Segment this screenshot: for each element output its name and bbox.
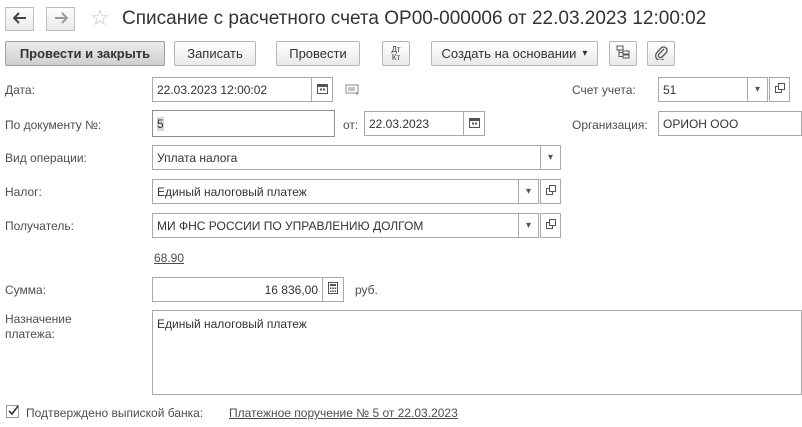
recipient-field[interactable]: МИ ФНС РОССИИ ПО УПРАВЛЕНИЮ ДОЛГОМ [152, 213, 519, 238]
open-window-icon [545, 185, 556, 198]
purpose-label-line1: Назначение [5, 312, 72, 326]
page-title: Списание с расчетного счета ОР00-000006 … [122, 8, 707, 29]
tax-field[interactable]: Единый налоговый платеж [152, 179, 519, 204]
recipient-open-button[interactable] [540, 213, 561, 238]
date-label: Дата: [5, 83, 35, 97]
favorite-star-icon[interactable]: ☆ [90, 5, 110, 31]
create-based-on-label: Создать на основании [441, 46, 577, 61]
sum-field[interactable]: 16 836,00 [152, 277, 323, 302]
arrow-right-icon [54, 11, 68, 27]
operation-type-dropdown-button[interactable]: ▾ [540, 145, 561, 170]
tax-dropdown-button[interactable]: ▾ [518, 179, 539, 204]
operation-type-label: Вид операции: [5, 151, 87, 165]
chevron-down-icon: ▾ [525, 186, 532, 197]
account-68-90-link[interactable]: 68.90 [154, 251, 184, 265]
currency-label: руб. [355, 283, 378, 297]
account-label: Счет учета: [572, 83, 636, 97]
purpose-label-line2: платежа: [5, 327, 55, 341]
account-open-button[interactable] [769, 77, 790, 102]
chevron-down-icon: ▾ [525, 220, 532, 231]
payment-order-link[interactable]: Платежное поручение № 5 от 22.03.2023 [229, 406, 458, 420]
post-button[interactable]: Провести [276, 41, 360, 66]
create-based-on-button[interactable]: Создать на основании ▾ [431, 41, 598, 66]
attachments-button[interactable] [647, 41, 675, 66]
from-date-calendar-button[interactable] [463, 111, 485, 136]
doc-number-value: 5 [157, 116, 164, 131]
arrow-left-icon [12, 11, 27, 27]
dt-kt-button[interactable]: Дт Кт [382, 41, 410, 66]
organization-field[interactable]: ОРИОН ООО [658, 111, 802, 136]
calendar-icon [316, 83, 328, 97]
tax-open-button[interactable] [540, 179, 561, 204]
chevron-down-icon: ▾ [547, 152, 554, 163]
recipient-dropdown-button[interactable]: ▾ [518, 213, 539, 238]
paperclip-icon [654, 44, 668, 63]
tax-label: Налог: [5, 185, 42, 199]
from-date-label: от: [343, 118, 359, 132]
doc-number-field[interactable]: 5 [152, 110, 335, 137]
date-field[interactable]: 22.03.2023 12:00:02 [152, 77, 312, 102]
organization-label: Организация: [572, 118, 648, 132]
back-button[interactable] [5, 7, 34, 31]
account-dropdown-button[interactable]: ▾ [747, 77, 768, 102]
calculator-icon [328, 282, 338, 297]
open-window-icon [545, 219, 556, 232]
date-history-icon[interactable] [345, 84, 361, 99]
date-calendar-button[interactable] [311, 77, 333, 102]
post-and-close-button[interactable]: Провести и закрыть [5, 41, 165, 66]
chevron-down-icon: ▾ [582, 48, 588, 59]
purpose-textarea[interactable]: Единый налоговый платеж [152, 310, 802, 395]
structure-button[interactable] [609, 41, 637, 66]
hierarchy-icon [615, 44, 631, 63]
confirmed-checkbox[interactable] [6, 405, 19, 418]
save-button[interactable]: Записать [174, 41, 256, 66]
sum-label: Сумма: [5, 283, 47, 297]
kt-label: Кт [391, 52, 401, 62]
operation-type-field[interactable]: Уплата налога [152, 145, 541, 170]
recipient-label: Получатель: [5, 219, 74, 233]
checkmark-icon [7, 405, 19, 420]
calculator-button[interactable] [322, 277, 344, 302]
from-date-field[interactable]: 22.03.2023 [364, 111, 464, 136]
chevron-down-icon: ▾ [754, 84, 761, 95]
account-field[interactable]: 51 [658, 77, 748, 102]
confirmed-label: Подтверждено выпиской банка: [26, 406, 204, 420]
forward-button[interactable] [46, 7, 75, 31]
doc-number-label: По документу №: [5, 118, 102, 132]
calendar-icon [468, 117, 480, 131]
open-window-icon [774, 83, 785, 96]
